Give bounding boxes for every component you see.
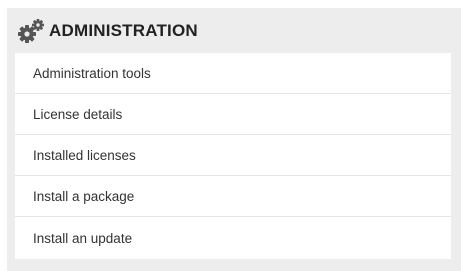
menu-item-label: Installed licenses: [33, 147, 136, 163]
menu-item-install-package[interactable]: Install a package: [15, 176, 451, 217]
administration-panel: ADMINISTRATION Administration tools Lice…: [7, 8, 461, 271]
menu-item-label: License details: [33, 106, 123, 122]
panel-header: ADMINISTRATION: [17, 18, 198, 44]
panel-title: ADMINISTRATION: [49, 21, 198, 40]
admin-menu-list: Administration tools License details Ins…: [15, 53, 451, 259]
menu-item-label: Install an update: [33, 230, 133, 246]
gears-icon: [17, 18, 45, 44]
menu-item-label: Administration tools: [33, 65, 151, 81]
menu-item-administration-tools[interactable]: Administration tools: [15, 53, 451, 94]
menu-item-label: Install a package: [33, 188, 135, 204]
menu-item-installed-licenses[interactable]: Installed licenses: [15, 135, 451, 176]
menu-item-license-details[interactable]: License details: [15, 94, 451, 135]
menu-item-install-update[interactable]: Install an update: [15, 217, 451, 259]
